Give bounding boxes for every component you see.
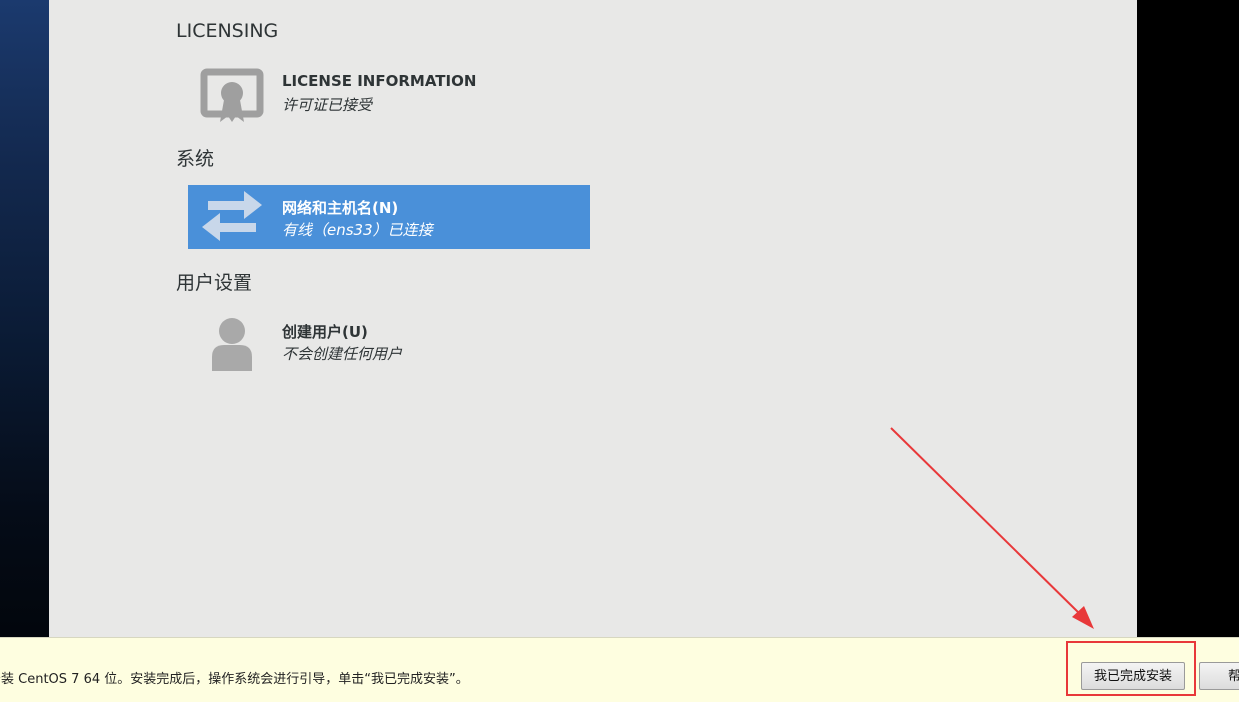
spoke-status: 许可证已接受 xyxy=(282,96,373,114)
info-message: 安装 CentOS 7 64 位。安装完成后，操作系统会进行引导，单击“我已完成… xyxy=(0,672,469,687)
right-black-area xyxy=(1137,0,1239,637)
spoke-title: LICENSE INFORMATION xyxy=(282,72,477,90)
license-certificate-icon xyxy=(200,68,264,122)
section-title-system: 系统 xyxy=(176,148,215,170)
spoke-license-information[interactable]: LICENSE INFORMATION 许可证已接受 xyxy=(188,60,590,124)
spoke-status: 有线（ens33）已连接 xyxy=(282,221,433,239)
spoke-network-hostname[interactable]: 网络和主机名(N) 有线（ens33）已连接 xyxy=(188,185,590,249)
hub-content: LICENSING LICENSE INFORMATION 许可证已接受 系统 … xyxy=(49,0,1137,637)
info-bar: 安装 CentOS 7 64 位。安装完成后，操作系统会进行引导，单击“我已完成… xyxy=(0,637,1239,702)
spoke-create-user[interactable]: 创建用户(U) 不会创建任何用户 xyxy=(188,309,590,373)
section-title-user-settings: 用户设置 xyxy=(176,272,253,294)
spoke-title: 创建用户(U) xyxy=(282,323,368,341)
finish-installation-button[interactable]: 我已完成安装 xyxy=(1081,662,1185,690)
section-title-licensing: LICENSING xyxy=(176,20,279,42)
network-arrows-icon xyxy=(202,191,262,241)
spoke-status: 不会创建任何用户 xyxy=(282,345,403,363)
user-avatar-icon xyxy=(212,318,252,371)
sidebar-gradient xyxy=(0,0,49,637)
spoke-title: 网络和主机名(N) xyxy=(282,199,399,217)
help-button[interactable]: 帮 xyxy=(1199,662,1239,690)
